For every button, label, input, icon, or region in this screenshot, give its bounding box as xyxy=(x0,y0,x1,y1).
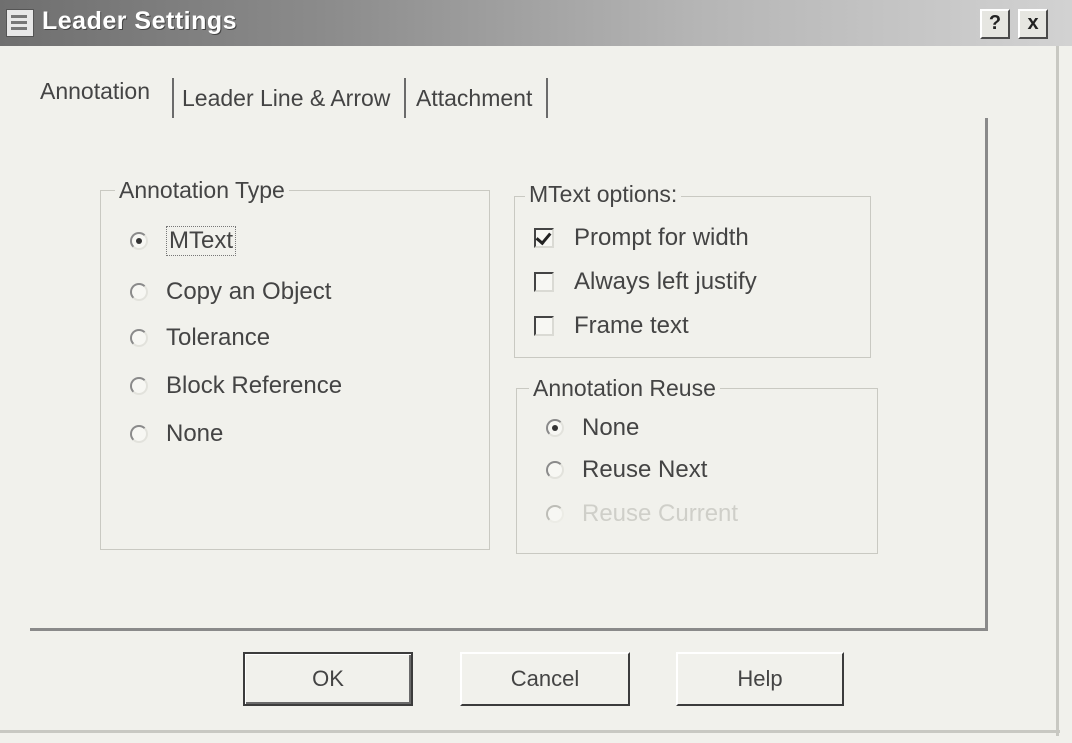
tab-attachment[interactable]: Attachment xyxy=(416,85,532,112)
annotation-reuse-legend: Annotation Reuse xyxy=(529,375,720,402)
radio-button[interactable] xyxy=(130,425,148,443)
tab-annotation[interactable]: Annotation xyxy=(40,78,150,105)
radio-reuse-next[interactable]: Reuse Next xyxy=(546,456,707,484)
radio-none[interactable]: None xyxy=(130,420,223,448)
radio-reuse-none[interactable]: None xyxy=(546,414,639,442)
radio-tolerance[interactable]: Tolerance xyxy=(130,324,270,352)
help-button[interactable]: Help xyxy=(676,652,844,706)
annotation-type-legend: Annotation Type xyxy=(115,177,289,204)
tab-separator xyxy=(546,78,548,118)
ok-button[interactable]: OK xyxy=(243,652,413,706)
checkbox-prompt-for-width[interactable]: Prompt for width xyxy=(534,224,749,252)
checkbox-label: Frame text xyxy=(574,312,689,339)
radio-block-reference[interactable]: Block Reference xyxy=(130,372,342,400)
tab-separator xyxy=(172,78,174,118)
checkbox-frame-text[interactable]: Frame text xyxy=(534,312,689,340)
tab-panel-border-bottom xyxy=(30,628,988,631)
app-icon xyxy=(6,9,34,37)
window-title: Leader Settings xyxy=(42,7,238,35)
radio-label: Block Reference xyxy=(166,372,343,399)
checkbox-label: Always left justify xyxy=(574,268,757,295)
radio-label: None xyxy=(166,420,224,447)
checkbox[interactable] xyxy=(534,228,554,248)
checkbox[interactable] xyxy=(534,272,554,292)
radio-label: Tolerance xyxy=(166,324,271,351)
radio-label: Reuse Next xyxy=(582,456,708,483)
checkbox-always-left-justify[interactable]: Always left justify xyxy=(534,268,757,296)
tab-panel-border-right xyxy=(985,118,988,628)
radio-button[interactable] xyxy=(546,419,564,437)
dialog-border-right xyxy=(1056,46,1059,736)
radio-button[interactable] xyxy=(130,377,148,395)
radio-label: MText xyxy=(166,226,237,256)
tab-separator xyxy=(404,78,406,118)
cancel-button[interactable]: Cancel xyxy=(460,652,630,706)
tab-leader-line-arrow[interactable]: Leader Line & Arrow xyxy=(182,85,390,112)
mtext-options-legend: MText options: xyxy=(525,181,682,208)
radio-label: Reuse Current xyxy=(582,500,739,527)
radio-label: Copy an Object xyxy=(166,278,332,305)
radio-reuse-current: Reuse Current xyxy=(546,500,738,528)
radio-button[interactable] xyxy=(546,461,564,479)
dialog-border-bottom xyxy=(0,730,1060,733)
radio-copy-an-object[interactable]: Copy an Object xyxy=(130,278,331,306)
checkbox-label: Prompt for width xyxy=(574,224,749,251)
radio-button[interactable] xyxy=(130,283,148,301)
help-title-button[interactable]: ? xyxy=(980,9,1010,39)
radio-label: None xyxy=(582,414,640,441)
radio-button[interactable] xyxy=(130,329,148,347)
close-button[interactable]: x xyxy=(1018,9,1048,39)
radio-button[interactable] xyxy=(130,232,148,250)
radio-button xyxy=(546,505,564,523)
radio-mtext[interactable]: MText xyxy=(130,226,237,256)
checkbox[interactable] xyxy=(534,316,554,336)
title-bar: Leader Settings ? x xyxy=(0,0,1072,46)
